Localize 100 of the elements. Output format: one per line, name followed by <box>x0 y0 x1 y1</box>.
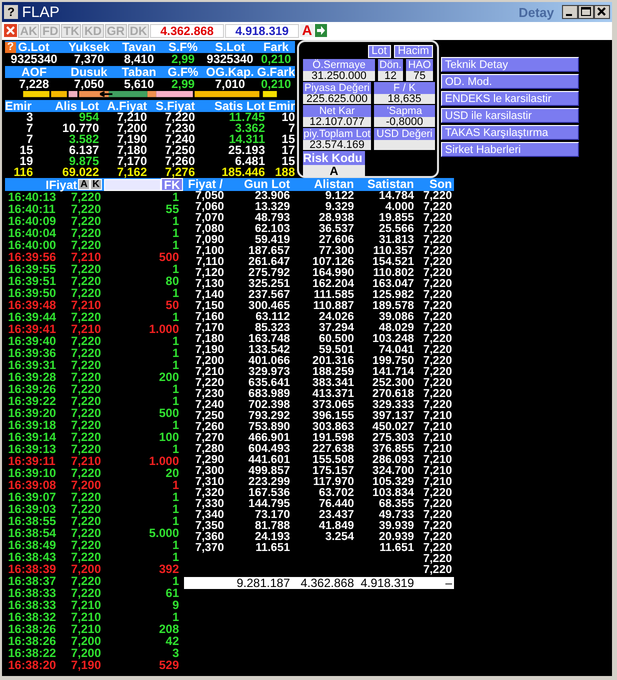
table-cell-text: 7,340 <box>194 510 224 521</box>
filter-button[interactable]: FK <box>161 178 183 191</box>
table-cell-text: 7,120 <box>194 268 224 279</box>
column-header[interactable]: Son <box>414 178 452 191</box>
table-cell-text: 7,260 <box>164 156 195 167</box>
column-header: Fark <box>262 41 290 53</box>
field-value: 12.107.077 <box>303 117 371 127</box>
field-label: USD Değeri <box>374 128 435 140</box>
field-value: -0,8000 <box>374 117 435 127</box>
table-cell-text: 1 <box>171 335 179 347</box>
letter-button[interactable]: A <box>300 24 314 37</box>
toggle-button[interactable]: Hacim <box>394 45 433 58</box>
table-cell-text: 16:38:37 <box>7 575 58 587</box>
table-cell-text: 270.618 <box>371 389 414 400</box>
table-cell-text: 25.193 <box>227 145 265 156</box>
table-cell-text: 23.437 <box>318 510 354 521</box>
table-cell-text: 7,220 <box>71 419 102 431</box>
sort-button[interactable]: A <box>78 179 90 190</box>
table-cell-text: 37.294 <box>318 323 354 334</box>
table-cell-text: 286.093 <box>371 455 414 466</box>
table-cell-text: 7,190 <box>71 659 102 671</box>
table-cell-text: 7,276 <box>164 167 195 178</box>
table-cell-text: 7,220 <box>422 202 452 213</box>
field-label: Risk Kodu <box>303 151 365 165</box>
table-cell-text: 16:39:03 <box>7 503 58 515</box>
table-cell-text: 7,220 <box>71 491 102 503</box>
table-cell-text: 15 <box>280 134 295 145</box>
toggle-button[interactable]: Lot <box>368 45 391 58</box>
help-button[interactable]: ? <box>4 5 18 19</box>
filter-field[interactable] <box>104 178 161 190</box>
table-cell-text: 7,180 <box>194 334 224 345</box>
minimize-button[interactable] <box>562 5 578 19</box>
table-cell-text: 7,160 <box>194 312 224 323</box>
action-button[interactable]: USD ile karsilastir <box>441 108 579 123</box>
table-cell-text: 59.501 <box>318 345 354 356</box>
table-cell-text: 7,070 <box>194 213 224 224</box>
table-cell-text: 48.029 <box>378 323 414 334</box>
table-cell-text: 7,260 <box>194 422 224 433</box>
column-header[interactable]: Fiyat / <box>184 178 224 191</box>
table-cell-text: 16:39:56 <box>7 251 58 263</box>
table-cell-text: 16:38:55 <box>7 515 58 527</box>
field-label: Ö.Sermaye <box>303 59 375 71</box>
table-cell-text: 7,220 <box>71 527 102 539</box>
table-cell-text: 7,220 <box>71 575 102 587</box>
table-cell-text: 3.582 <box>68 134 99 145</box>
field-label: Net Kar <box>303 105 371 117</box>
action-button[interactable]: ENDEKS le karsilastir <box>441 91 579 106</box>
field-value: 18,635 <box>374 94 435 104</box>
table-cell-text: 7,220 <box>422 378 452 389</box>
column-header: IFiyat <box>46 178 77 192</box>
action-button[interactable]: Sirket Haberleri <box>441 142 579 157</box>
table-cell-text: 499.857 <box>247 466 290 477</box>
table-cell-text: 7,220 <box>194 378 224 389</box>
close-button[interactable] <box>594 5 610 19</box>
table-cell-text: 7,210 <box>422 466 452 477</box>
table-cell-text: 7 <box>25 123 33 134</box>
arrow-icon[interactable] <box>315 24 328 37</box>
table-cell-text: 7,190 <box>194 345 224 356</box>
table-cell-text: 15 <box>282 156 295 167</box>
column-header: Tavan <box>121 41 157 53</box>
help-button[interactable]: ? <box>5 42 16 52</box>
table-cell-text: 199.750 <box>371 356 414 367</box>
table-cell-text: 55 <box>164 203 179 215</box>
table-cell-text: 16:39:26 <box>7 383 58 395</box>
column-header[interactable]: Satistan <box>354 178 414 191</box>
maximize-button[interactable] <box>578 5 594 19</box>
table-cell-text: 1 <box>171 479 179 491</box>
table-cell-text: 325.251 <box>247 279 290 290</box>
table-cell-text: 7,220 <box>71 311 102 323</box>
table-cell-text: 25.566 <box>378 224 414 235</box>
table-cell-text: 7,090 <box>194 235 224 246</box>
table-cell-text: 16:39:50 <box>7 287 58 299</box>
table-cell-text: 7,050 <box>195 191 224 202</box>
table-cell-text: 28.938 <box>318 213 354 224</box>
table-cell-text: 7,220 <box>71 191 102 203</box>
table-cell-text: 62.103 <box>254 224 290 235</box>
table-cell-text: 413.371 <box>311 389 354 400</box>
table-cell-text: 329.973 <box>247 367 290 378</box>
table-cell-text: 49.733 <box>378 510 414 521</box>
stat-value: 9325340 <box>10 53 58 65</box>
table-cell-text: – <box>444 577 452 589</box>
table-cell-text: 7,210 <box>422 455 452 466</box>
table-cell-text: 7,220 <box>422 356 452 367</box>
column-header: Alis Lot <box>54 100 99 112</box>
table-cell-text: 16:38:33 <box>7 587 58 599</box>
table-cell-text: 41.849 <box>318 521 354 532</box>
action-button[interactable]: Teknik Detay <box>441 57 579 72</box>
close-icon[interactable] <box>4 24 17 37</box>
sort-button[interactable]: K <box>90 179 102 190</box>
action-button[interactable]: OD. Mod. <box>441 74 579 89</box>
column-header[interactable]: Alistan <box>290 178 354 191</box>
column-header[interactable]: Gun Lot <box>224 178 290 191</box>
table-cell-text: 19.855 <box>378 213 414 224</box>
column-header: G.Lot <box>18 41 50 53</box>
action-button[interactable]: TAKAS Karşılaştırma <box>441 125 579 140</box>
table-cell-text: 635.641 <box>247 378 290 389</box>
table-cell-text: 227.638 <box>311 444 354 455</box>
table-cell-text: 7,162 <box>116 167 147 178</box>
table-cell-text: 73.170 <box>254 510 290 521</box>
table-cell-text: 7,270 <box>194 433 224 444</box>
